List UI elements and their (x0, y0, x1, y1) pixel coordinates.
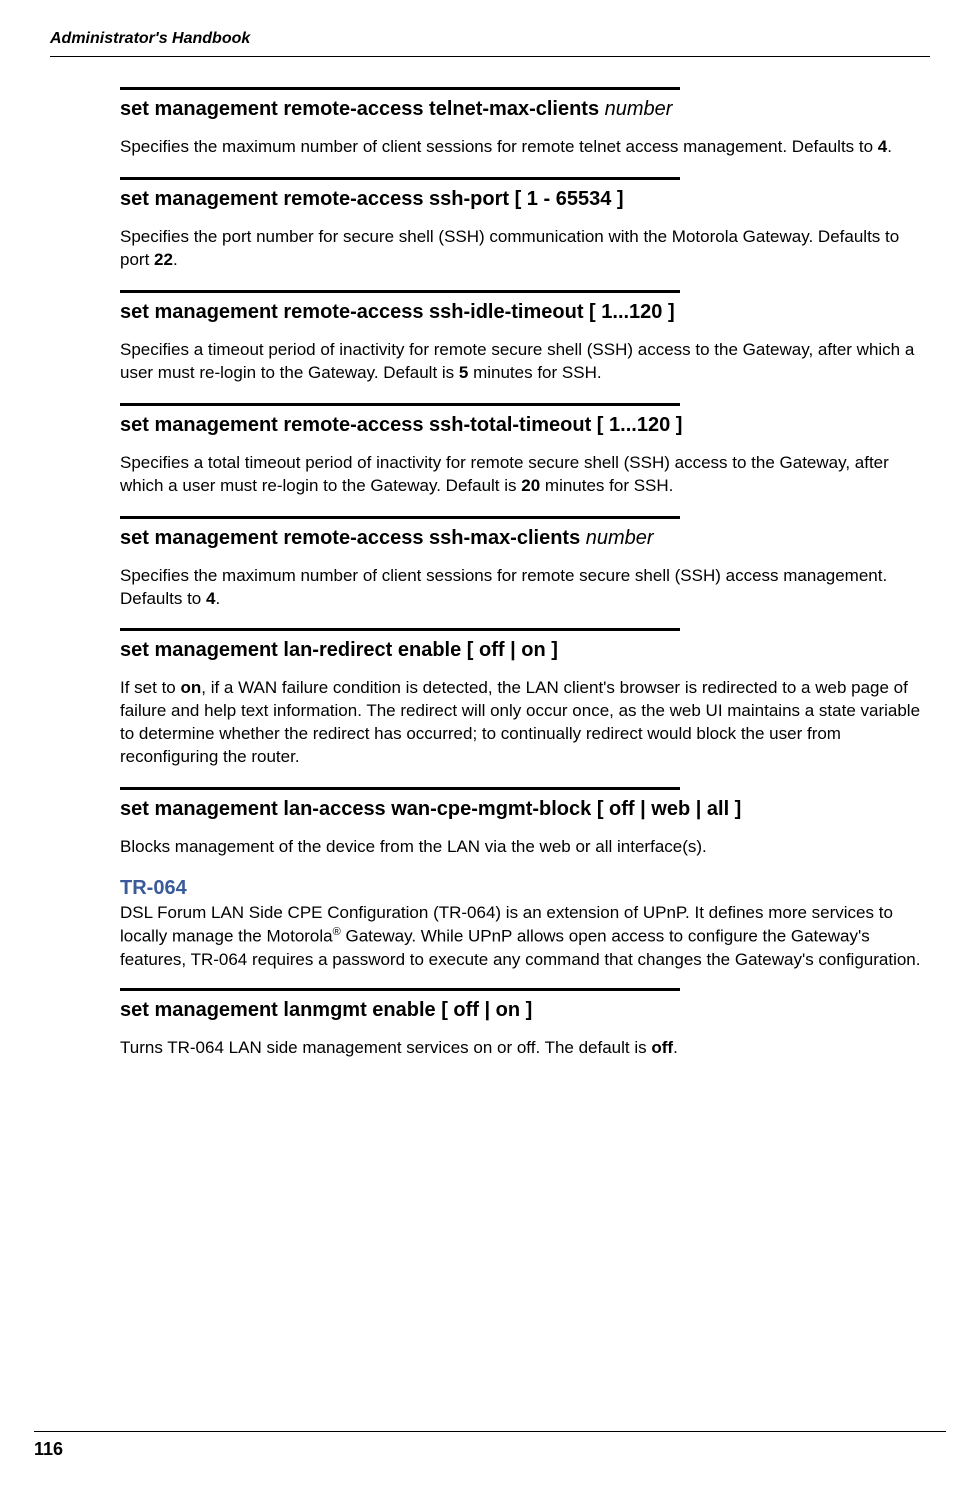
command-description: Specifies a total timeout period of inac… (120, 452, 930, 498)
command-rule (120, 988, 680, 991)
command-title-bold: set management lanmgmt enable [ off | on… (120, 999, 532, 1021)
command-rule (120, 177, 680, 180)
command-title-bold: set management lan-redirect enable [ off… (120, 639, 558, 661)
footer-rule (34, 1431, 946, 1432)
command-title-bold: set management remote-access ssh-total-t… (120, 414, 682, 436)
command-title-bold: set management lan-access wan-cpe-mgmt-b… (120, 798, 741, 820)
command-rule (120, 87, 680, 90)
book-title: Administrator's Handbook (50, 30, 930, 48)
command-description: Specifies the maximum number of client s… (120, 136, 930, 159)
command-rule (120, 290, 680, 293)
command-title: set management remote-access ssh-max-cli… (120, 525, 930, 551)
command-title: set management lan-redirect enable [ off… (120, 637, 930, 663)
command-rule (120, 516, 680, 519)
page-content: set management remote-access telnet-max-… (50, 87, 930, 1060)
command-title: set management remote-access ssh-total-t… (120, 412, 930, 438)
command-title-bold: set management remote-access ssh-max-cli… (120, 527, 586, 549)
command-title: set management lan-access wan-cpe-mgmt-b… (120, 796, 930, 822)
command-description: Specifies the port number for secure she… (120, 226, 930, 272)
command-title: set management remote-access ssh-port [ … (120, 186, 930, 212)
command-block: set management lan-access wan-cpe-mgmt-b… (120, 787, 930, 859)
command-description: Specifies a timeout period of inactivity… (120, 339, 930, 385)
command-title-param: number (586, 527, 654, 549)
command-rule (120, 628, 680, 631)
command-block: set management remote-access ssh-max-cli… (120, 516, 930, 611)
command-description: Specifies the maximum number of client s… (120, 565, 930, 611)
command-title: set management remote-access telnet-max-… (120, 96, 930, 122)
command-rule (120, 403, 680, 406)
command-block: set management remote-access ssh-total-t… (120, 403, 930, 498)
section-description: DSL Forum LAN Side CPE Configuration (TR… (120, 902, 930, 971)
command-title-param: number (605, 98, 673, 120)
command-title-bold: set management remote-access ssh-port [ … (120, 188, 624, 210)
header-rule (50, 56, 930, 57)
command-title: set management lanmgmt enable [ off | on… (120, 997, 930, 1023)
command-title-bold: set management remote-access telnet-max-… (120, 98, 605, 120)
command-description: If set to on, if a WAN failure condition… (120, 677, 930, 769)
page-number: 116 (34, 1439, 63, 1460)
command-description: Turns TR-064 LAN side management service… (120, 1037, 930, 1060)
command-block: set management remote-access ssh-idle-ti… (120, 290, 930, 385)
command-block: set management remote-access telnet-max-… (120, 87, 930, 159)
command-block: set management lanmgmt enable [ off | on… (120, 988, 930, 1060)
section-heading-tr064: TR-064 (120, 877, 930, 900)
command-rule (120, 787, 680, 790)
command-description: Blocks management of the device from the… (120, 836, 930, 859)
command-block: set management remote-access ssh-port [ … (120, 177, 930, 272)
command-title: set management remote-access ssh-idle-ti… (120, 299, 930, 325)
command-block: set management lan-redirect enable [ off… (120, 628, 930, 769)
command-title-bold: set management remote-access ssh-idle-ti… (120, 301, 675, 323)
